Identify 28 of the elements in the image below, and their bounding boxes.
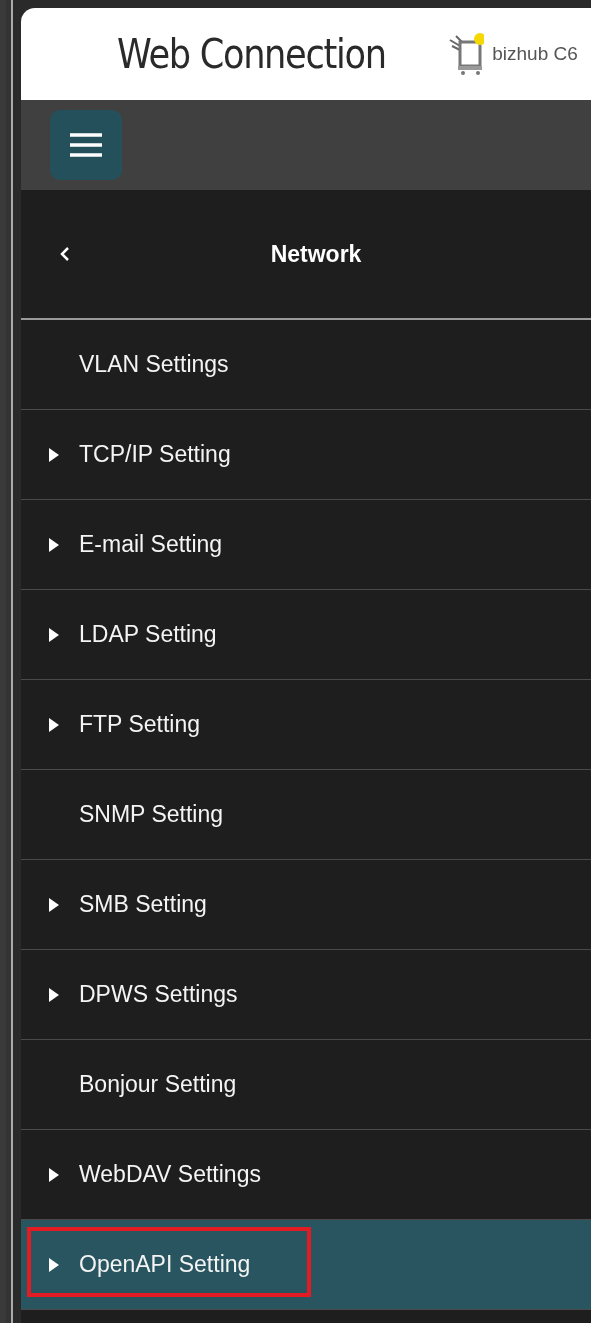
menu-item[interactable]: LDAP Setting (21, 590, 591, 680)
menu-item[interactable]: SMB Setting (21, 860, 591, 950)
menu-item-label: VLAN Settings (79, 351, 229, 378)
menu-item-label: Bonjour Setting (79, 1071, 237, 1098)
device-name: bizhub C6 (492, 43, 578, 65)
panel-title: Network (269, 240, 363, 268)
menu-item-label: WebDAV Settings (79, 1161, 261, 1188)
menu-item-label: FTP Setting (79, 711, 201, 738)
menu-item[interactable]: TCP/IP Setting (21, 410, 591, 500)
app-title: Web Connection (117, 31, 386, 77)
menu-item-label: OpenAPI Setting (79, 1251, 251, 1278)
menu-icon (69, 132, 103, 158)
menu-item[interactable]: DPWS Settings (21, 950, 591, 1040)
menu-item[interactable]: OpenAPI Setting (21, 1220, 591, 1310)
menu-item-label: DPWS Settings (79, 981, 238, 1008)
chevron-left-icon (59, 246, 71, 262)
menu-item-label: E-mail Setting (79, 531, 223, 558)
menu-item-label: SNMP Setting (79, 801, 224, 828)
menu-item[interactable]: VLAN Settings (21, 320, 591, 410)
menu-item-label: TCP/IP Setting (79, 441, 231, 468)
printer-icon (448, 32, 485, 76)
menu-item[interactable]: Bonjour Setting (21, 1040, 591, 1130)
menu-button[interactable] (50, 110, 122, 180)
menu-item-label: SMB Setting (79, 891, 207, 918)
menu-item[interactable]: FTP Setting (21, 680, 591, 770)
menu-item[interactable]: SNMP Setting (21, 770, 591, 860)
menu-item-label: LDAP Setting (79, 621, 217, 648)
menu-item[interactable]: E-mail Setting (21, 500, 591, 590)
